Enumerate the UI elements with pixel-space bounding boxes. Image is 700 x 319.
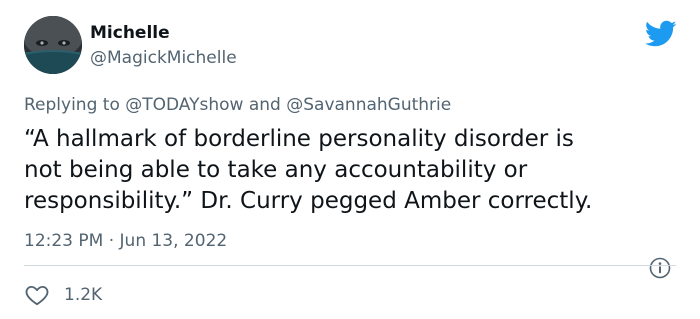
author-block: Michelle @MagickMichelle — [90, 22, 237, 70]
replying-to-line: Replying to @TODAYshow and @SavannahGuth… — [24, 94, 451, 116]
tweet-timestamp[interactable]: 12:23 PM · Jun 13, 2022 — [24, 230, 227, 252]
tweet-text: “A hallmark of borderline personality di… — [24, 126, 593, 214]
info-icon[interactable] — [649, 257, 671, 279]
replying-to-label: Replying to — [24, 95, 120, 115]
mention-link[interactable]: @SavannahGuthrie — [286, 95, 451, 115]
author-handle[interactable]: @MagickMichelle — [90, 46, 237, 70]
heart-icon[interactable] — [24, 282, 50, 308]
like-count: 1.2K — [64, 285, 103, 305]
avatar[interactable] — [24, 16, 82, 74]
replying-to-joiner: and — [248, 95, 281, 115]
author-display-name[interactable]: Michelle — [90, 22, 237, 44]
mention-link[interactable]: @TODAYshow — [125, 95, 243, 115]
tweet-actions: 1.2K — [24, 282, 102, 308]
tweet-card: Michelle @MagickMichelle Replying to @TO… — [0, 0, 700, 319]
twitter-bird-icon[interactable] — [644, 20, 677, 48]
divider — [24, 265, 676, 266]
